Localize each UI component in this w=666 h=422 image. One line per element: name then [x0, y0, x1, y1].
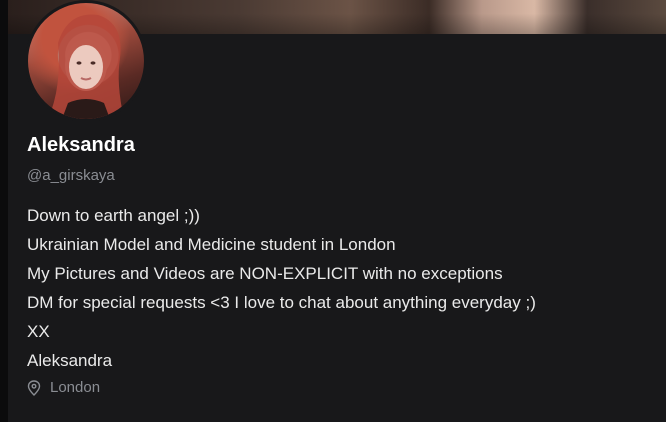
- bio-line: My Pictures and Videos are NON-EXPLICIT …: [27, 264, 503, 283]
- profile-bio: Down to earth angel ;)) Ukrainian Model …: [27, 201, 536, 375]
- bio-line: DM for special requests <3 I love to cha…: [27, 293, 536, 312]
- location-label: London: [50, 379, 101, 396]
- bio-line: XX: [27, 322, 50, 341]
- profile-card: Aleksandra @a_girskaya Down to earth ang…: [8, 0, 666, 422]
- profile-handle[interactable]: @a_girskaya: [27, 166, 115, 186]
- bio-line: Down to earth angel ;)): [27, 206, 200, 225]
- avatar[interactable]: [25, 0, 147, 122]
- profile-name: Aleksandra: [27, 134, 135, 156]
- profile-location: London: [27, 377, 100, 399]
- bio-line: Aleksandra: [27, 351, 113, 370]
- bio-line: Ukrainian Model and Medicine student in …: [27, 235, 396, 254]
- map-pin-icon: [27, 380, 41, 396]
